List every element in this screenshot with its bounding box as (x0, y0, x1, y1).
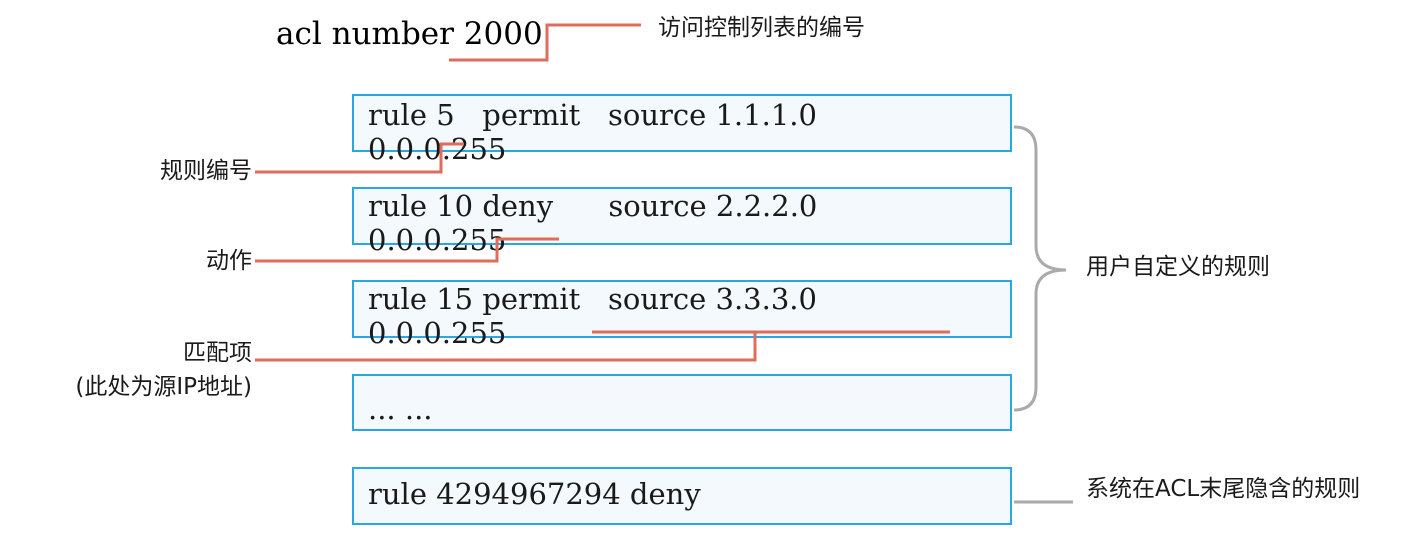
rule-line: 0.0.0.255 (368, 223, 507, 257)
rule-box: rule 5 permit source 1.1.1.0 0.0.0.255 (352, 94, 1012, 166)
implicit-rule-line: rule 4294967294 deny (368, 477, 701, 511)
rule-box: rule 15 permit source 3.3.3.0 0.0.0.255 (352, 280, 1012, 350)
user-rules-brace (1013, 125, 1067, 412)
rule-line: ... ... (368, 392, 433, 426)
implicit-rule-box: rule 4294967294 deny (352, 467, 1012, 525)
rule-box-ellipsis: ... ... (352, 374, 1012, 431)
rule-line: rule 15 permit source 3.3.3.0 (368, 282, 817, 316)
rule-line: rule 5 permit source 1.1.1.0 (368, 98, 817, 132)
match-note-label: (此处为源IP地址) (75, 374, 252, 400)
user-defined-rules-label: 用户自定义的规则 (1086, 254, 1270, 280)
match-label: 匹配项 (183, 340, 252, 366)
rule-line: rule 10 deny source 2.2.2.0 (368, 189, 818, 223)
acl-diagram: acl number 2000 rule 5 permit source 1.1… (0, 0, 1425, 541)
rule-line: 0.0.0.255 (368, 316, 507, 350)
acl-number-command: acl number 2000 (276, 16, 543, 52)
acl-number-label: 访问控制列表的编号 (658, 15, 865, 41)
rule-number-label: 规则编号 (160, 158, 252, 184)
action-label: 动作 (206, 248, 252, 274)
rule-box: rule 10 deny source 2.2.2.0 0.0.0.255 (352, 187, 1012, 257)
implicit-rule-label: 系统在ACL末尾隐含的规则 (1086, 476, 1361, 502)
rule-line: 0.0.0.255 (368, 132, 507, 166)
